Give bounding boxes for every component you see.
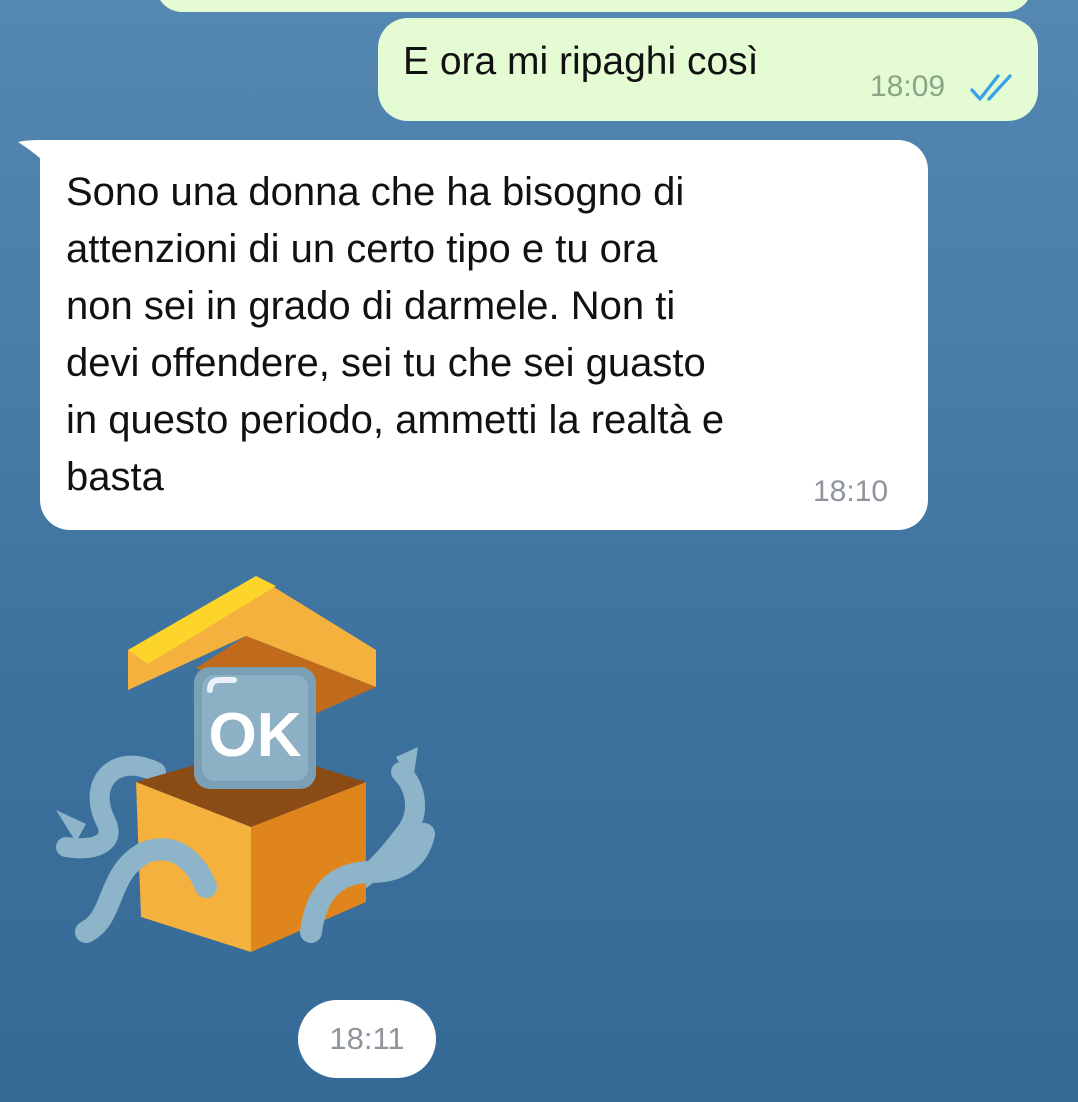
message-timestamp: 18:11 <box>329 1021 405 1056</box>
ok-sticker-label: OK <box>209 701 302 770</box>
outgoing-message-bubble[interactable]: E ora mi ripaghi così 18:09 <box>378 18 1038 121</box>
message-timestamp: 18:10 <box>813 475 889 508</box>
ok-gift-box-sticker[interactable]: OK <box>46 572 446 972</box>
message-text: Sono una donna che ha bisogno di attenzi… <box>66 170 725 499</box>
sticker-timestamp-pill: 18:11 <box>298 1000 436 1078</box>
read-double-check-icon <box>970 74 1012 101</box>
message-timestamp: 18:09 <box>870 70 946 103</box>
previous-outgoing-message-bubble[interactable] <box>156 0 1032 12</box>
incoming-message-bubble[interactable]: Sono una donna che ha bisogno di attenzi… <box>40 140 928 530</box>
message-text: E ora mi ripaghi così <box>403 40 759 83</box>
